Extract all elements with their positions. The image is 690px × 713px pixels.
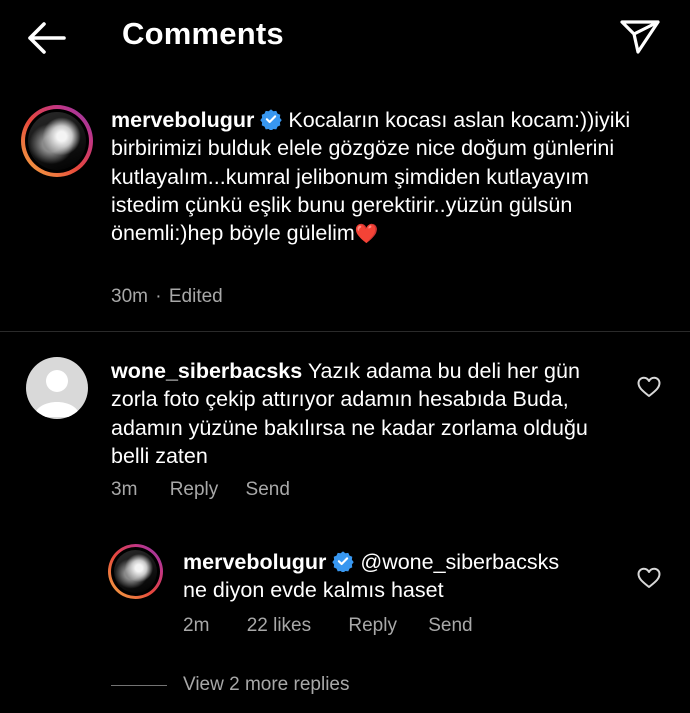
reply-likes[interactable]: 22 likes — [247, 615, 311, 637]
caption-text: mervebolugur Kocaların kocası aslan kocam… — [111, 106, 651, 249]
comment-username[interactable]: wone_siberbacsks — [111, 359, 302, 383]
reply-meta: 2m 22 likes Reply Send — [183, 615, 473, 637]
send-button[interactable]: Send — [246, 479, 290, 501]
comment-time: 3m — [111, 479, 138, 500]
heart-emoji: ❤️ — [354, 224, 379, 246]
meta-separator: · — [155, 286, 162, 307]
comment-text: wone_siberbacsks Yazık adama bu deli her… — [111, 357, 621, 470]
verified-badge-icon — [332, 551, 355, 572]
direct-send-icon[interactable] — [618, 16, 662, 56]
view-more-replies-button[interactable]: View 2 more replies — [183, 674, 350, 696]
reply-text: mervebolugur @wone_siberbacsks ne diyon e… — [183, 548, 623, 605]
comment-avatar[interactable] — [26, 357, 88, 419]
back-arrow-icon[interactable] — [24, 18, 68, 58]
caption-divider — [0, 331, 690, 332]
reply-button[interactable]: Reply — [348, 615, 397, 637]
reply-username[interactable]: mervebolugur — [183, 550, 326, 574]
default-user-icon — [34, 370, 80, 417]
reply-button[interactable]: Reply — [170, 479, 219, 501]
like-heart-icon[interactable] — [637, 376, 661, 398]
like-heart-icon[interactable] — [637, 567, 661, 589]
caption-avatar[interactable] — [21, 105, 93, 177]
caption-meta: 30m · Edited — [111, 286, 223, 308]
caption-time: 30m — [111, 286, 148, 307]
verified-badge-icon — [260, 109, 283, 130]
page-title: Comments — [122, 16, 284, 51]
send-button[interactable]: Send — [428, 615, 472, 637]
comment-meta: 3m Reply Send — [111, 479, 290, 501]
caption-username[interactable]: mervebolugur — [111, 108, 254, 132]
header-bar: Comments — [0, 0, 690, 78]
reply-time: 2m — [183, 615, 210, 636]
view-more-line — [111, 685, 167, 686]
edited-label: Edited — [168, 286, 223, 307]
reply-body: ne diyon evde kalmıs haset — [183, 578, 444, 603]
reply-avatar[interactable] — [108, 544, 163, 599]
reply-mention[interactable]: @wone_siberbacsks — [360, 550, 559, 574]
